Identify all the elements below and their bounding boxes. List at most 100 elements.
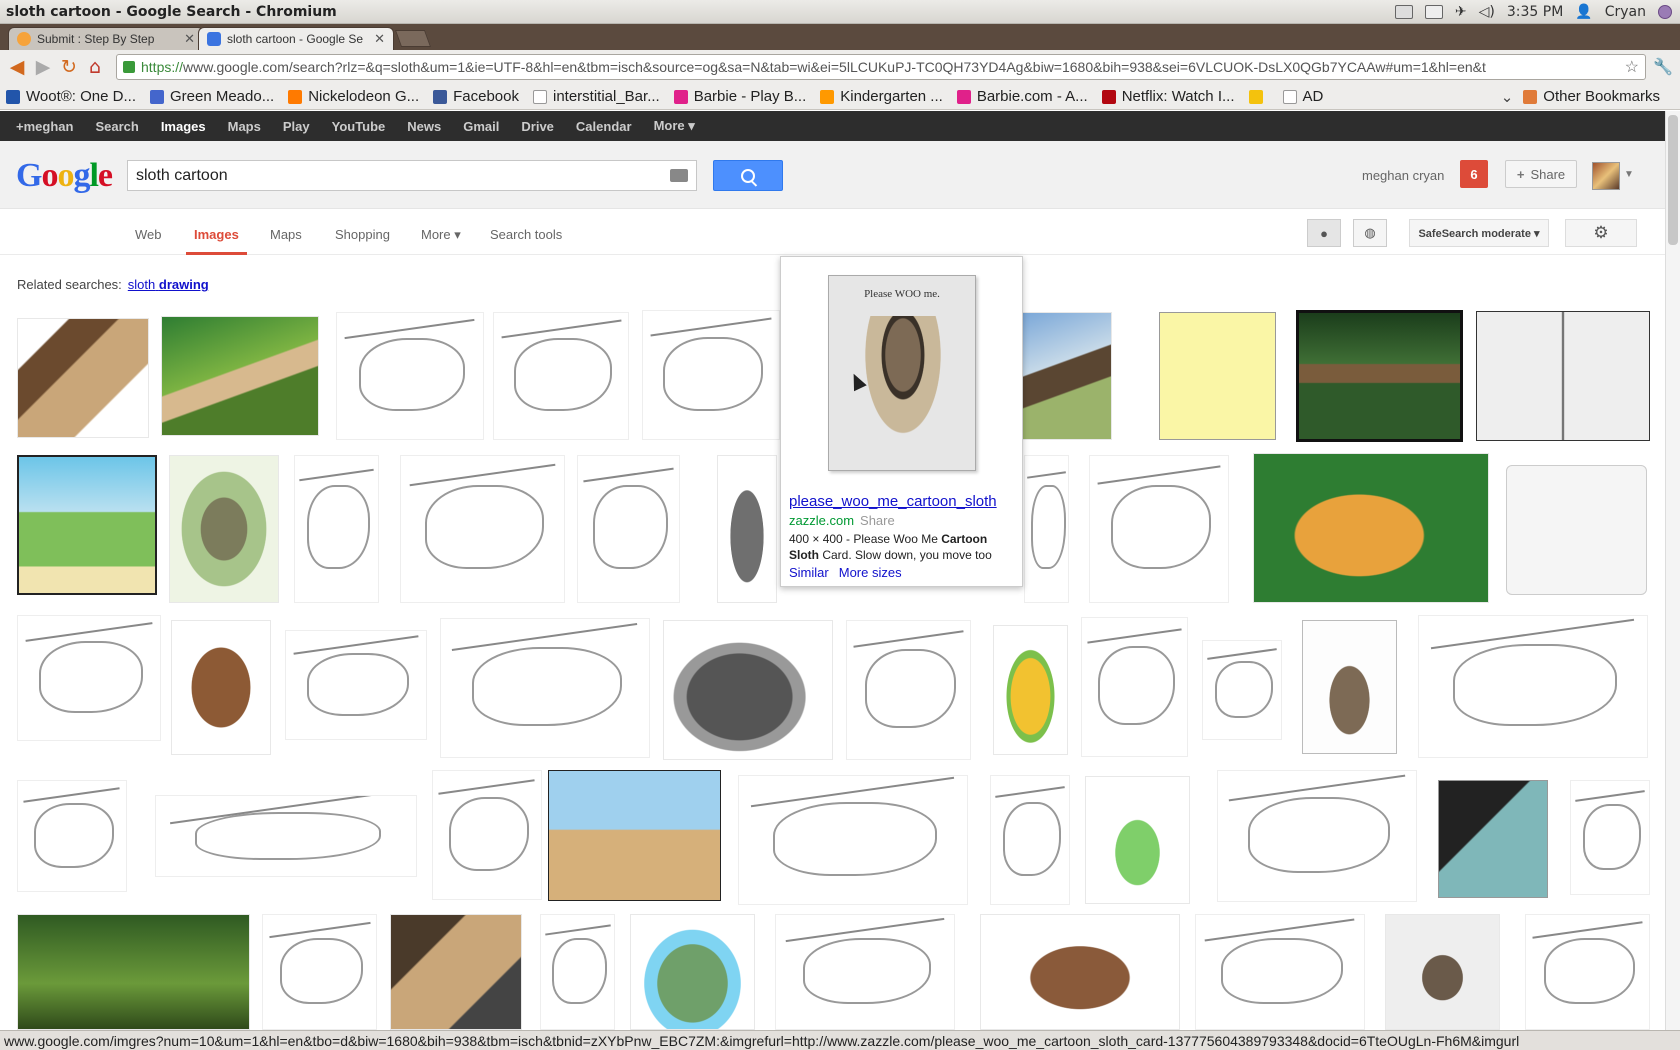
image-result[interactable] <box>294 455 379 603</box>
reload-icon[interactable]: ↻ <box>58 56 80 78</box>
clock[interactable]: 3:35 PM <box>1507 4 1563 20</box>
new-tab-button[interactable] <box>394 30 432 47</box>
gear-icon[interactable]: ⚙ <box>1565 219 1637 247</box>
preview-title-link[interactable]: please_woo_me_cartoon_sloth <box>789 493 997 510</box>
image-result[interactable] <box>1385 914 1500 1030</box>
close-icon[interactable]: ✕ <box>374 31 385 47</box>
back-arrow-icon[interactable]: ◀ <box>6 56 28 78</box>
image-result[interactable] <box>1296 310 1463 442</box>
google-logo[interactable]: Google <box>16 157 113 195</box>
gbar-calendar[interactable]: Calendar <box>576 119 632 134</box>
image-result[interactable] <box>400 455 565 603</box>
image-result[interactable] <box>1418 615 1648 758</box>
image-result[interactable] <box>1020 312 1112 440</box>
wrench-menu-icon[interactable]: 🔧 <box>1652 56 1674 78</box>
image-result[interactable] <box>630 914 755 1030</box>
similar-link[interactable]: Similar <box>789 565 829 580</box>
forward-arrow-icon[interactable]: ▶ <box>32 56 54 78</box>
home-icon[interactable]: ⌂ <box>84 56 106 78</box>
image-result[interactable] <box>1081 617 1188 757</box>
gbar-more[interactable]: More ▾ <box>654 118 695 134</box>
address-bar[interactable]: https://www.google.com/search?rlz=&q=slo… <box>116 54 1646 80</box>
gbar-plus-meghan[interactable]: +meghan <box>16 119 73 134</box>
image-result[interactable] <box>1089 455 1229 603</box>
globe-icon[interactable]: ◍ <box>1353 219 1387 247</box>
bookmark-ad[interactable]: AD <box>1282 88 1323 105</box>
user-name[interactable]: meghan cryan <box>1362 168 1444 183</box>
gbar-news[interactable]: News <box>407 119 441 134</box>
close-icon[interactable]: ✕ <box>184 31 195 47</box>
gbar-images[interactable]: Images <box>161 119 206 134</box>
image-result[interactable] <box>1525 914 1650 1030</box>
gbar-maps[interactable]: Maps <box>228 119 261 134</box>
image-result[interactable] <box>155 795 417 877</box>
image-result[interactable] <box>990 775 1070 905</box>
bookmark-woot[interactable]: Woot®: One D... <box>6 88 136 105</box>
bookmark-netflix[interactable]: Netflix: Watch I... <box>1101 88 1235 105</box>
chevron-down-icon[interactable]: ⌄ <box>1501 88 1514 106</box>
image-result[interactable] <box>171 620 271 755</box>
avatar[interactable] <box>1592 162 1620 190</box>
image-result[interactable] <box>846 620 971 760</box>
image-result[interactable] <box>1476 311 1650 441</box>
tab-maps[interactable]: Maps <box>270 227 302 242</box>
image-result[interactable] <box>1195 914 1365 1030</box>
image-result[interactable] <box>17 914 250 1030</box>
person-icon[interactable]: ● <box>1307 219 1341 247</box>
tab-sloth-cartoon[interactable]: sloth cartoon - Google Se ✕ <box>198 27 394 50</box>
tab-search-tools[interactable]: Search tools <box>490 227 562 242</box>
gbar-search[interactable]: Search <box>95 119 138 134</box>
image-preview-card[interactable]: Please WOO me. please_woo_me_cartoon_slo… <box>780 256 1023 587</box>
image-result[interactable] <box>717 455 777 603</box>
image-result[interactable] <box>17 318 149 438</box>
bookmark-barbie-play[interactable]: Barbie - Play B... <box>673 88 806 105</box>
image-result[interactable] <box>1302 620 1397 754</box>
tab-more[interactable]: More ▾ <box>421 227 461 243</box>
power-icon[interactable] <box>1658 4 1672 19</box>
image-result[interactable] <box>390 914 522 1030</box>
preview-image[interactable]: Please WOO me. <box>828 275 976 471</box>
mail-icon[interactable] <box>1424 4 1443 19</box>
image-result[interactable] <box>17 615 161 741</box>
image-result[interactable] <box>980 914 1180 1030</box>
gbar-youtube[interactable]: YouTube <box>332 119 386 134</box>
image-result[interactable] <box>1159 312 1276 440</box>
search-query[interactable]: sloth cartoon <box>136 167 670 185</box>
image-result[interactable] <box>1024 455 1069 603</box>
camera-icon[interactable] <box>670 169 688 182</box>
image-result[interactable] <box>1253 453 1489 603</box>
gbar-gmail[interactable]: Gmail <box>463 119 499 134</box>
image-result[interactable] <box>993 625 1068 755</box>
image-result[interactable] <box>642 310 780 440</box>
image-result[interactable] <box>1506 465 1647 595</box>
image-result[interactable] <box>1202 640 1282 740</box>
image-result[interactable] <box>1085 776 1190 904</box>
tab-web[interactable]: Web <box>135 227 162 242</box>
tab-shopping[interactable]: Shopping <box>335 227 390 242</box>
image-result[interactable] <box>540 914 615 1030</box>
address-url[interactable]: https://www.google.com/search?rlz=&q=slo… <box>141 59 1621 75</box>
search-input[interactable]: sloth cartoon <box>127 160 697 191</box>
volume-icon[interactable]: ◁) <box>1479 4 1495 20</box>
tab-submit-step-by-step[interactable]: Submit : Step By Step ✕ <box>8 27 204 50</box>
image-result[interactable] <box>663 620 833 760</box>
image-result[interactable] <box>738 775 968 905</box>
preview-share-link[interactable]: Share <box>860 513 895 528</box>
bookmark-facebook[interactable]: Facebook <box>433 88 519 105</box>
bookmark-nickelodeon[interactable]: Nickelodeon G... <box>288 88 419 105</box>
bookmark-green-meadow[interactable]: Green Meado... <box>149 88 274 105</box>
image-result[interactable] <box>577 455 680 603</box>
gbar-play[interactable]: Play <box>283 119 310 134</box>
image-result[interactable] <box>432 770 542 900</box>
page-scrollbar[interactable] <box>1665 111 1680 1030</box>
gbar-drive[interactable]: Drive <box>521 119 554 134</box>
image-result[interactable] <box>1217 770 1417 902</box>
image-result[interactable] <box>17 780 127 892</box>
image-result[interactable] <box>548 770 721 901</box>
session-username[interactable]: Cryan <box>1605 4 1646 20</box>
scrollbar-thumb[interactable] <box>1668 115 1678 245</box>
preview-domain[interactable]: zazzle.com <box>789 513 854 528</box>
image-result[interactable] <box>493 312 629 440</box>
image-result[interactable] <box>17 455 157 595</box>
image-result[interactable] <box>169 455 279 603</box>
